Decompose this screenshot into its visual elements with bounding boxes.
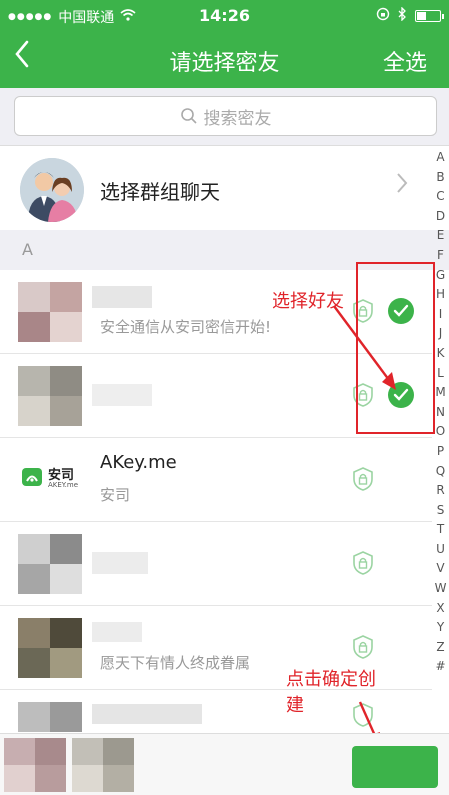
contact-subtitle: 安司 (100, 486, 131, 504)
index-letter[interactable]: Z (436, 638, 444, 658)
index-letter[interactable]: K (437, 344, 445, 364)
contact-name-blurred (92, 384, 152, 406)
status-right (376, 6, 444, 25)
contact-avatar (18, 282, 82, 342)
index-letter[interactable]: # (435, 657, 445, 677)
shield-icon (352, 466, 374, 496)
contact-subtitle: 安全通信从安司密信开始! (100, 318, 272, 336)
index-letter[interactable]: S (437, 501, 445, 521)
contact-name: AKey.me (100, 452, 177, 473)
bluetooth-icon (398, 6, 407, 25)
index-letter[interactable]: E (437, 226, 445, 246)
select-group-chat-row[interactable]: 选择群组聊天 (0, 146, 449, 230)
section-letter: A (22, 240, 33, 259)
annotation-click-confirm-line2: 建 (286, 695, 304, 716)
status-bar: ●●●●● 中国联通 14:26 (0, 0, 449, 30)
contact-avatar (18, 534, 82, 594)
index-letter[interactable]: F (437, 246, 444, 266)
contact-name-blurred (92, 622, 142, 642)
contact-row[interactable] (0, 522, 432, 606)
group-avatar (20, 158, 84, 222)
index-letter[interactable]: W (435, 579, 447, 599)
contact-name-blurred (92, 704, 202, 724)
index-letter[interactable]: G (436, 266, 445, 286)
contact-name-blurred (92, 286, 152, 308)
index-letter[interactable]: Y (437, 618, 444, 638)
index-letter[interactable]: T (437, 520, 444, 540)
contact-name-blurred (92, 552, 148, 574)
contact-avatar (18, 366, 82, 426)
confirm-create-button[interactable] (352, 746, 438, 788)
index-letter[interactable]: B (436, 168, 444, 188)
index-letter[interactable]: L (437, 364, 444, 384)
index-letter[interactable]: X (436, 599, 444, 619)
akey-logo: 安司 AKEY.me (18, 450, 82, 510)
index-letter[interactable]: D (436, 207, 445, 227)
group-chat-label: 选择群组聊天 (100, 180, 220, 204)
search-placeholder: 搜索密友 (203, 108, 272, 129)
index-letter[interactable]: J (439, 324, 443, 344)
nav-bar: 请选择密友 全选 (0, 30, 449, 88)
akey-logo-subtext: AKEY.me (48, 481, 79, 489)
index-letter[interactable]: H (436, 285, 445, 305)
index-letter[interactable]: C (436, 187, 444, 207)
selected-avatar[interactable] (72, 738, 134, 792)
chevron-right-icon (396, 172, 408, 200)
index-letter[interactable]: O (436, 422, 445, 442)
battery-fill (417, 12, 426, 20)
index-letter[interactable]: A (436, 148, 444, 168)
index-letter[interactable]: R (436, 481, 444, 501)
index-letter[interactable]: M (435, 383, 445, 403)
battery-icon (415, 10, 444, 22)
contact-avatar (18, 618, 82, 678)
index-letter[interactable]: I (439, 305, 443, 325)
select-all-button[interactable]: 全选 (383, 45, 427, 77)
page-title: 请选择密友 (169, 51, 280, 76)
index-letter[interactable]: P (437, 442, 444, 462)
annotation-click-confirm-line1: 点击确定创 (286, 669, 376, 690)
shield-icon (352, 550, 374, 580)
search-input[interactable]: 搜索密友 (14, 96, 437, 136)
contact-subtitle: 愿天下有情人终成眷属 (100, 654, 251, 672)
index-letter[interactable]: Q (436, 462, 445, 482)
contact-row[interactable]: 安司 AKEY.me AKey.me 安司 (0, 438, 432, 522)
index-letter[interactable]: V (436, 559, 444, 579)
search-icon (180, 108, 197, 124)
shield-icon (352, 634, 374, 664)
bottom-bar (0, 733, 449, 795)
index-letter[interactable]: U (436, 540, 445, 560)
search-bar: 搜索密友 (0, 88, 449, 146)
annotation-arrow-icon (333, 305, 396, 390)
index-letter[interactable]: N (436, 403, 445, 423)
selected-avatar[interactable] (4, 738, 66, 792)
lock-rotation-icon (376, 7, 390, 25)
